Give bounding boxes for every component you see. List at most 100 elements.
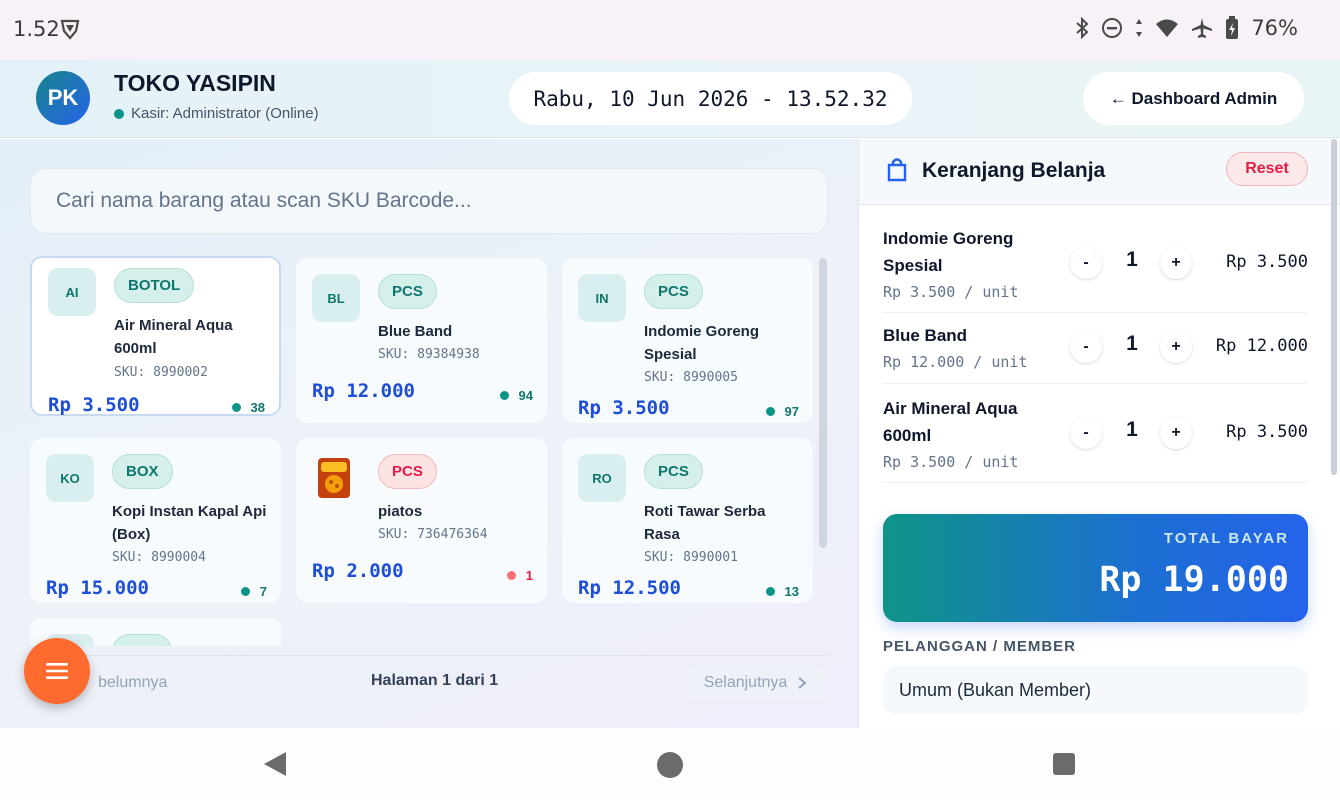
product-grid: AI BOTOL Air Mineral Aqua 600ml SKU: 899…: [0, 256, 820, 646]
cart-panel: Keranjang Belanja Reset Indomie Goreng S…: [858, 139, 1340, 728]
cart-item-unit-price: Rp 3.500 / unit: [883, 283, 1019, 301]
stock-dot-icon: [506, 571, 516, 580]
stock-indicator: 13: [765, 584, 799, 599]
unit-badge: PCS: [378, 454, 437, 489]
vpn-shield-icon: [60, 19, 80, 40]
product-card-piatos[interactable]: PCS piatos SKU: 736476364 Rp 2.000 1: [296, 438, 547, 603]
product-sku: SKU: 89384938: [378, 347, 480, 362]
stock-count: 97: [784, 404, 799, 419]
unit-badge: [112, 634, 172, 646]
chevron-right-icon: [798, 677, 807, 689]
status-icons: 76%: [1075, 16, 1298, 40]
cart-item-qty: 1: [1126, 248, 1138, 271]
stock-indicator: 38: [231, 400, 265, 415]
cart-scrollbar[interactable]: [1331, 139, 1337, 475]
product-scrollbar[interactable]: [819, 258, 827, 548]
stock-dot-icon: [499, 391, 509, 400]
increase-qty-button[interactable]: +: [1160, 417, 1192, 449]
cashier-status: Kasir: Administrator (Online): [114, 105, 319, 122]
product-initials: IN: [578, 274, 626, 322]
cart-item-total: Rp 3.500: [1226, 422, 1308, 442]
unit-badge: BOTOL: [114, 268, 195, 303]
cart-item-name: Indomie Goreng Spesial: [883, 229, 1014, 275]
product-initials: AI: [48, 268, 96, 316]
cart-item-name: Blue Band: [883, 326, 968, 345]
online-dot-icon: [114, 108, 124, 119]
cart-item-qty: 1: [1126, 418, 1138, 441]
product-sku: SKU: 8990005: [644, 370, 738, 385]
store-avatar: PK: [36, 71, 90, 125]
product-initials: BL: [312, 274, 360, 322]
cart-item-unit-price: Rp 3.500 / unit: [883, 453, 1019, 471]
decrease-qty-button[interactable]: -: [1070, 417, 1102, 449]
data-arrows-icon: [1136, 19, 1143, 37]
increase-qty-button[interactable]: +: [1160, 331, 1192, 363]
product-image: [318, 458, 350, 498]
product-card-air-mineral[interactable]: AI BOTOL Air Mineral Aqua 600ml SKU: 899…: [30, 256, 281, 416]
stock-dot-icon: [765, 587, 775, 596]
cart-item-total: Rp 3.500: [1226, 252, 1308, 272]
stock-indicator: 97: [765, 404, 799, 419]
cart-item-name: Air Mineral Aqua 600ml: [883, 399, 1018, 445]
total-label: TOTAL BAYAR: [1163, 530, 1289, 547]
airplane-icon: [1192, 18, 1213, 38]
product-card-blue-band[interactable]: BL PCS Blue Band SKU: 89384938 Rp 12.000…: [296, 258, 547, 423]
recents-nav-icon[interactable]: [1053, 753, 1075, 775]
cart-title: Keranjang Belanja: [922, 159, 1106, 182]
stock-count: 38: [250, 400, 265, 415]
product-price: Rp 3.500: [578, 397, 670, 419]
back-nav-icon[interactable]: [262, 750, 288, 778]
unit-badge: PCS: [644, 454, 703, 489]
next-page-button[interactable]: Selanjutnya: [683, 666, 828, 700]
cashier-label: Kasir: Administrator (Online): [131, 105, 319, 122]
product-sku: SKU: 736476364: [378, 527, 488, 542]
product-name: Roti Tawar Serba Rasa: [644, 503, 766, 543]
hamburger-icon: [46, 663, 68, 679]
product-card-indomie[interactable]: IN PCS Indomie Goreng Spesial SKU: 89900…: [562, 258, 813, 423]
system-status-bar: 1.52 76%: [0, 0, 1340, 60]
product-price: Rp 2.000: [312, 560, 404, 582]
stock-indicator: 94: [499, 388, 533, 403]
cart-item-total: Rp 12.000: [1215, 336, 1308, 356]
customer-label: PELANGGAN / MEMBER: [883, 638, 1077, 655]
unit-badge: PCS: [644, 274, 703, 309]
stock-dot-icon: [240, 587, 250, 596]
home-nav-icon[interactable]: [657, 752, 683, 778]
customer-select[interactable]: Umum (Bukan Member): [883, 666, 1308, 714]
product-sku: SKU: 8990002: [114, 365, 208, 380]
increase-qty-button[interactable]: +: [1160, 247, 1192, 279]
dashboard-admin-button[interactable]: ← Dashboard Admin: [1083, 72, 1304, 125]
product-card-roti[interactable]: RO PCS Roti Tawar Serba Rasa SKU: 899000…: [562, 438, 813, 603]
unit-badge: BOX: [112, 454, 173, 489]
menu-fab-button[interactable]: [24, 638, 90, 704]
product-card-kopi[interactable]: KO BOX Kopi Instan Kapal Api (Box) SKU: …: [30, 438, 281, 603]
product-panel: Cari nama barang atau scan SKU Barcode..…: [0, 139, 858, 728]
stock-count: 7: [259, 584, 267, 599]
do-not-disturb-icon: [1102, 18, 1123, 38]
decrease-qty-button[interactable]: -: [1070, 247, 1102, 279]
product-price: Rp 3.500: [48, 394, 140, 416]
shopping-bag-icon: [887, 158, 907, 182]
product-sku: SKU: 8990004: [112, 550, 206, 565]
product-name: Kopi Instan Kapal Api (Box): [112, 503, 267, 543]
product-initials: KO: [46, 454, 94, 502]
product-name: Indomie Goreng Spesial: [644, 323, 760, 363]
bluetooth-icon: [1076, 17, 1089, 39]
prev-page-button[interactable]: belumnya: [82, 666, 183, 700]
stock-count: 1: [525, 568, 533, 583]
search-input[interactable]: Cari nama barang atau scan SKU Barcode..…: [30, 168, 828, 234]
product-price: Rp 12.000: [312, 380, 415, 402]
stock-count: 13: [784, 584, 799, 599]
stock-dot-icon: [765, 407, 775, 416]
reset-cart-button[interactable]: Reset: [1226, 152, 1308, 186]
battery-icon: [1226, 16, 1239, 39]
system-nav-bar: [0, 728, 1340, 800]
page-info: Halaman 1 dari 1: [371, 672, 499, 689]
wifi-icon: [1156, 19, 1179, 37]
cart-item-row: Indomie Goreng Spesial Rp 3.500 / unit -…: [883, 225, 1308, 313]
battery-percent: 76%: [1251, 16, 1298, 40]
decrease-qty-button[interactable]: -: [1070, 331, 1102, 363]
cart-header: Keranjang Belanja Reset: [859, 139, 1340, 205]
stock-indicator: 1: [506, 568, 533, 583]
product-name: Air Mineral Aqua 600ml: [114, 317, 233, 357]
